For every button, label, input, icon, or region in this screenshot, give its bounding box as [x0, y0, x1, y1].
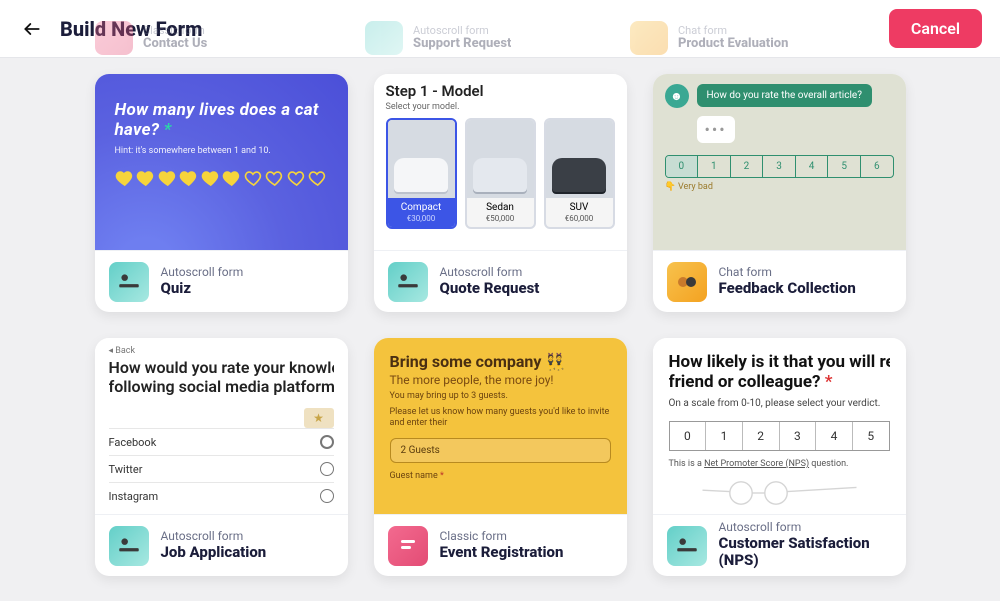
classic-icon — [388, 526, 428, 566]
model-option: Sedan€50,000 — [465, 118, 536, 229]
template-category: Autoscroll form — [161, 530, 267, 544]
template-meta: Classic form Event Registration — [374, 514, 627, 576]
template-preview: ◂ Back How would you rate your knowledge… — [95, 338, 348, 514]
template-name: Customer Satisfaction (NPS) — [719, 535, 892, 570]
template-meta: Chat form Feedback Collection — [653, 250, 906, 312]
nps-cell: 4 — [816, 422, 853, 450]
template-meta: Autoscroll form Job Application — [95, 514, 348, 576]
nps-cell: 2 — [731, 156, 764, 177]
template-category: Autoscroll form — [440, 266, 540, 280]
back-button[interactable] — [18, 15, 46, 43]
template-category: Classic form — [440, 530, 564, 544]
nps-cell: 1 — [698, 156, 731, 177]
template-name: Quiz — [161, 280, 244, 297]
autoscroll-icon — [667, 526, 707, 566]
required-icon: * — [164, 120, 172, 140]
template-grid-wrapper: How many lives does a cat have? * Hint: … — [0, 58, 1000, 576]
template-name: Quote Request — [440, 280, 540, 297]
nps-scale: 012345 — [669, 421, 890, 451]
radio-icon — [320, 435, 334, 449]
nps-cell: 3 — [780, 422, 817, 450]
nps-cell: 0 — [670, 422, 707, 450]
nps-cell: 2 — [743, 422, 780, 450]
template-preview: ☻ How do you rate the overall article? •… — [653, 74, 906, 250]
heart-icon — [308, 168, 328, 188]
template-card-quiz[interactable]: How many lives does a cat have? * Hint: … — [95, 74, 348, 312]
heart-icon — [158, 168, 178, 188]
heart-icon — [179, 168, 199, 188]
heart-rating — [115, 168, 328, 188]
guests-input: 2 Guests — [390, 438, 611, 463]
template-grid: How many lives does a cat have? * Hint: … — [95, 74, 906, 576]
star-icon: ★ — [304, 408, 334, 428]
template-card-event[interactable]: Bring some company 👯 The more people, th… — [374, 338, 627, 576]
autoscroll-icon — [388, 262, 428, 302]
template-preview: How likely is it that you will recommend… — [653, 338, 906, 514]
nps-cell: 5 — [828, 156, 861, 177]
heart-icon — [136, 168, 156, 188]
heart-icon — [265, 168, 285, 188]
model-option: SUV€60,000 — [544, 118, 615, 229]
nps-cell: 5 — [853, 422, 889, 450]
form-icon — [630, 21, 668, 55]
peek-card: Autoscroll form Support Request — [365, 21, 511, 55]
form-icon — [365, 21, 403, 55]
autoscroll-icon — [109, 526, 149, 566]
template-card-job[interactable]: ◂ Back How would you rate your knowledge… — [95, 338, 348, 576]
chat-icon — [667, 262, 707, 302]
required-icon: * — [825, 372, 833, 392]
required-icon: * — [440, 471, 444, 481]
autoscroll-icon — [109, 262, 149, 302]
template-card-feedback[interactable]: ☻ How do you rate the overall article? •… — [653, 74, 906, 312]
template-meta: Autoscroll form Customer Satisfaction (N… — [653, 514, 906, 576]
nps-cell: 0 — [666, 156, 699, 177]
matrix-rows: FacebookTwitterInstagram — [109, 428, 334, 509]
matrix-row: Twitter — [109, 455, 334, 482]
template-preview: How many lives does a cat have? * Hint: … — [95, 74, 348, 250]
nps-cell: 6 — [861, 156, 893, 177]
heart-icon — [201, 168, 221, 188]
template-category: Autoscroll form — [719, 521, 892, 535]
heart-icon — [287, 168, 307, 188]
template-preview: Step 1 - Model Select your model. Compac… — [374, 74, 627, 250]
heart-icon — [244, 168, 264, 188]
template-preview: Bring some company 👯 The more people, th… — [374, 338, 627, 514]
avatar-icon: ☻ — [665, 84, 689, 108]
matrix-row: Facebook — [109, 428, 334, 455]
glasses-icon — [669, 479, 890, 507]
header: Build New Form Cancel Classic form Conta… — [0, 0, 1000, 58]
nps-cell: 3 — [763, 156, 796, 177]
nps-cell: 1 — [706, 422, 743, 450]
heart-icon — [222, 168, 242, 188]
template-meta: Autoscroll form Quote Request — [374, 250, 627, 312]
peek-card: Chat form Product Evaluation — [630, 21, 788, 55]
radio-icon — [320, 489, 334, 503]
template-card-nps[interactable]: How likely is it that you will recommend… — [653, 338, 906, 576]
typing-icon: ••• — [697, 116, 735, 143]
nps-cell: 4 — [796, 156, 829, 177]
cancel-button[interactable]: Cancel — [889, 9, 982, 48]
model-option: Compact€30,000 — [386, 118, 457, 229]
template-name: Feedback Collection — [719, 280, 856, 297]
template-card-quote[interactable]: Step 1 - Model Select your model. Compac… — [374, 74, 627, 312]
template-name: Event Registration — [440, 544, 564, 561]
template-name: Job Application — [161, 544, 267, 561]
arrow-left-icon — [22, 19, 42, 39]
template-category: Autoscroll form — [161, 266, 244, 280]
matrix-row: Instagram — [109, 482, 334, 509]
heart-icon — [115, 168, 135, 188]
model-picker: Compact€30,000Sedan€50,000SUV€60,000 — [386, 118, 615, 229]
nps-scale: 0123456 — [665, 155, 894, 178]
page-title: Build New Form — [60, 17, 202, 41]
template-meta: Autoscroll form Quiz — [95, 250, 348, 312]
template-category: Chat form — [719, 266, 856, 280]
radio-icon — [320, 462, 334, 476]
